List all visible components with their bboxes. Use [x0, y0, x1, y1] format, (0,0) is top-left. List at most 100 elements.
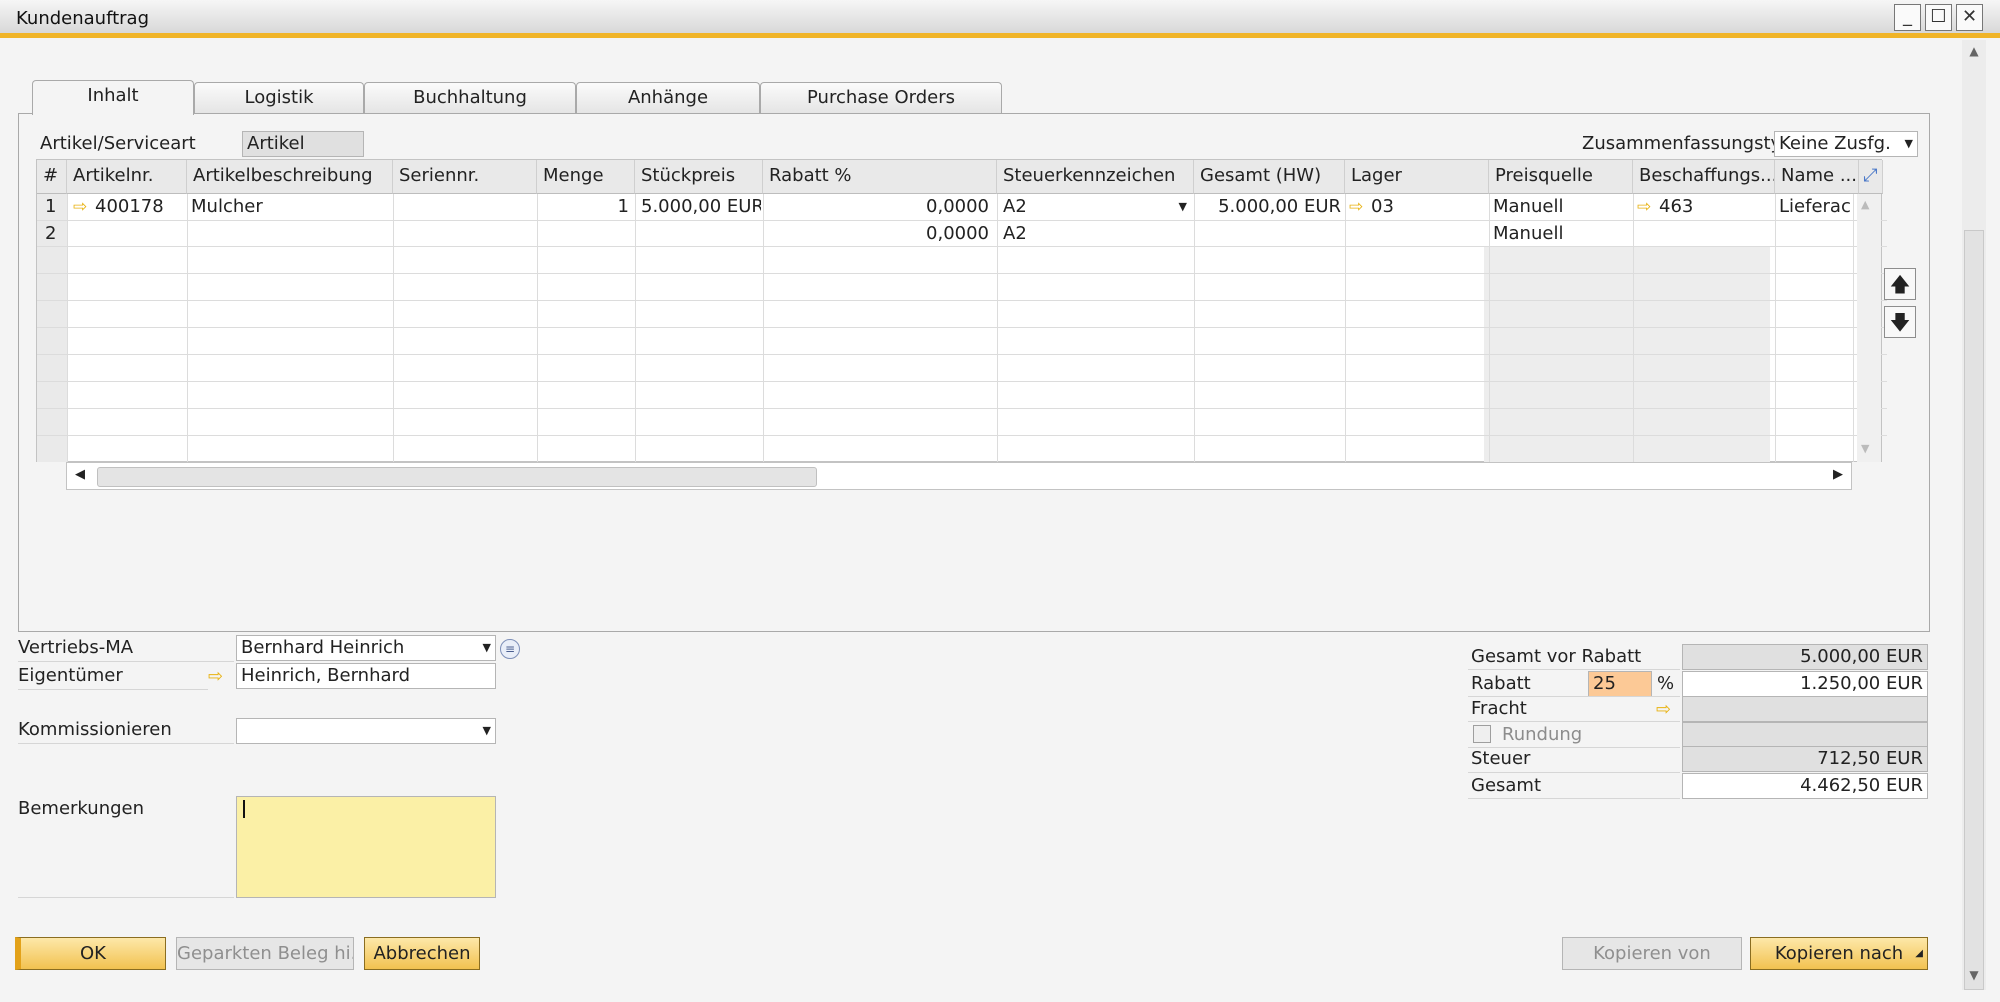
picking-select[interactable]: ▼ [236, 718, 496, 744]
grid-col-line [67, 194, 68, 462]
link-arrow-icon[interactable]: ⇨ [1349, 194, 1371, 220]
tab-logistik[interactable]: Logistik [194, 82, 364, 114]
maximize-icon[interactable]: ☐ [1925, 4, 1952, 31]
summary-type-select[interactable]: Keine Zusfg. ▼ [1774, 131, 1918, 157]
description-cell[interactable]: Mulcher [191, 194, 391, 220]
grid-row-line [37, 408, 1887, 409]
grid-col-line [997, 194, 998, 462]
scroll-down-icon[interactable]: ▼ [1964, 968, 1984, 986]
summary-type-label: Zusammenfassungstyp [1582, 133, 1793, 154]
items-grid[interactable]: # Artikelnr. Artikelbeschreibung Serienn… [36, 159, 1887, 462]
unit-price-cell[interactable]: 5.000,00 EUR [641, 194, 761, 220]
col-header-discount[interactable]: Rabatt % [763, 160, 997, 194]
price-source-cell[interactable]: Manuell [1493, 194, 1629, 220]
scroll-up-icon[interactable]: ▲ [1861, 198, 1869, 211]
divider [1468, 669, 1680, 670]
ok-button[interactable]: OK [15, 937, 166, 970]
col-header-description[interactable]: Artikelbeschreibung [187, 160, 393, 194]
tab-purchase-orders[interactable]: Purchase Orders [760, 82, 1002, 114]
move-row-up-icon[interactable]: 🡅 [1884, 268, 1916, 300]
rounding-checkbox[interactable] [1473, 725, 1491, 743]
item-type-field[interactable]: Artikel [242, 131, 364, 157]
total-before-discount-label: Gesamt vor Rabatt [1471, 646, 1642, 667]
grid-row-line [37, 300, 1887, 301]
col-header-serial[interactable]: Seriennr. [393, 160, 537, 194]
quantity-cell[interactable]: 1 [541, 194, 629, 220]
grid-horizontal-scrollbar[interactable]: ◀ ▶ [66, 462, 1852, 490]
divider [1468, 721, 1680, 722]
close-icon[interactable]: ✕ [1956, 4, 1983, 31]
freight-field[interactable] [1682, 696, 1928, 722]
col-header-total[interactable]: Gesamt (HW) [1194, 160, 1345, 194]
chevron-down-icon[interactable]: ▼ [1179, 194, 1187, 220]
sales-employee-select[interactable]: Bernhard Heinrich ▼ [236, 635, 496, 661]
name-cell[interactable]: Lieferac [1779, 194, 1853, 220]
owner-field[interactable]: Heinrich, Bernhard [236, 663, 496, 689]
rounding-label: Rundung [1502, 724, 1583, 745]
link-arrow-icon[interactable]: ⇨ [1656, 699, 1671, 720]
minimize-icon[interactable]: _ [1894, 4, 1921, 31]
scroll-up-icon[interactable]: ▲ [1964, 44, 1984, 62]
col-header-tax-code[interactable]: Steuerkennzeichen [997, 160, 1194, 194]
col-header-price-source[interactable]: Preisquelle [1489, 160, 1633, 194]
item-type-label: Artikel/Serviceart [40, 133, 196, 154]
tab-inhalt[interactable]: Inhalt [32, 80, 194, 115]
col-header-procurement[interactable]: Beschaffungs... [1633, 160, 1775, 194]
copy-to-button[interactable]: Kopieren nach ◢ [1750, 937, 1928, 970]
discount-percent-field[interactable]: 25 [1588, 671, 1652, 697]
warehouse-cell[interactable]: ⇨ 03 [1349, 194, 1485, 220]
grid-col-line [537, 194, 538, 462]
tax-field: 712,50 EUR [1682, 746, 1928, 772]
sales-employee-value: Bernhard Heinrich [241, 637, 405, 658]
discount-amount-field[interactable]: 1.250,00 EUR [1682, 671, 1928, 697]
details-icon[interactable]: ≡ [500, 639, 520, 659]
grid-col-line [1775, 194, 1776, 462]
freight-label: Fracht [1471, 698, 1527, 719]
procurement-value: 463 [1659, 196, 1694, 217]
sales-employee-label: Vertriebs-MA [18, 637, 134, 658]
scroll-right-icon[interactable]: ▶ [1833, 467, 1843, 482]
move-row-down-icon[interactable]: 🡇 [1884, 306, 1916, 338]
grid-vertical-scrollbar[interactable]: ▲ ▼ [1857, 194, 1881, 462]
grid-col-line [763, 194, 764, 462]
col-header-num[interactable]: # [37, 160, 67, 194]
parked-document-button[interactable]: Geparkten Beleg hi... [176, 937, 354, 970]
expand-columns-icon[interactable]: ⤢ [1859, 160, 1883, 194]
link-arrow-icon[interactable]: ⇨ [73, 194, 95, 220]
discount-cell[interactable]: 0,0000 [767, 221, 989, 247]
remarks-textarea[interactable] [236, 796, 496, 898]
tab-buchhaltung[interactable]: Buchhaltung [364, 82, 576, 114]
col-header-name[interactable]: Name ... [1775, 160, 1859, 194]
chevron-down-icon: ▼ [482, 724, 491, 737]
link-arrow-icon[interactable]: ⇨ [208, 666, 223, 687]
link-arrow-icon[interactable]: ⇨ [1637, 194, 1659, 220]
warehouse-value: 03 [1371, 196, 1394, 217]
col-header-unit-price[interactable]: Stückpreis [635, 160, 763, 194]
cancel-button[interactable]: Abbrechen [364, 937, 480, 970]
vertical-scrollbar[interactable]: ▲ ▼ [1962, 40, 1986, 990]
col-header-quantity[interactable]: Menge [537, 160, 635, 194]
scroll-thumb[interactable] [1964, 230, 1984, 990]
copy-from-button[interactable]: Kopieren von [1562, 937, 1742, 970]
col-header-warehouse[interactable]: Lager [1345, 160, 1489, 194]
item-number-cell[interactable]: ⇨ 400178 [73, 194, 183, 220]
grid-row-line [37, 273, 1887, 274]
scroll-thumb[interactable] [97, 467, 817, 487]
chevron-down-icon: ▼ [482, 641, 491, 654]
price-source-cell[interactable]: Manuell [1493, 221, 1629, 247]
tax-code-cell[interactable]: A2 [1003, 221, 1191, 247]
tab-anhaenge[interactable]: Anhänge [576, 82, 760, 114]
divider [1468, 772, 1680, 773]
tax-code-cell[interactable]: A2 ▼ [1003, 194, 1191, 220]
scroll-left-icon[interactable]: ◀ [75, 467, 85, 482]
col-header-item-no[interactable]: Artikelnr. [67, 160, 187, 194]
total-before-discount-field: 5.000,00 EUR [1682, 644, 1928, 670]
discount-cell[interactable]: 0,0000 [767, 194, 989, 220]
divider [1468, 696, 1680, 697]
total-cell[interactable]: 5.000,00 EUR [1197, 194, 1341, 220]
serial-cell[interactable] [397, 194, 533, 220]
window-title: Kundenauftrag [16, 8, 150, 29]
procurement-cell[interactable]: ⇨ 463 [1637, 194, 1773, 220]
grid-col-line [1345, 194, 1346, 462]
scroll-down-icon[interactable]: ▼ [1861, 442, 1869, 455]
